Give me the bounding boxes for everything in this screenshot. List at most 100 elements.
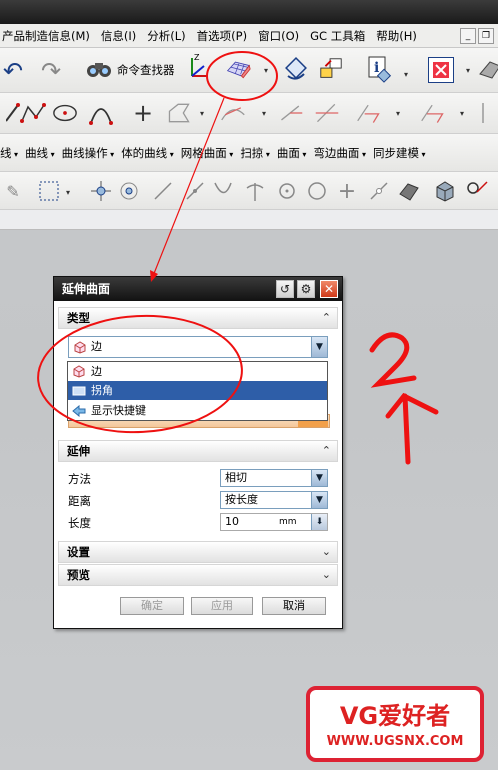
snap-quadrant-icon[interactable] [304, 178, 330, 204]
chevron-down-icon[interactable]: ▼ [311, 492, 327, 508]
snap-existing-point-icon[interactable]: + [334, 178, 360, 204]
menu-curve-operation[interactable]: 曲线操作 [62, 145, 122, 161]
chevron-down-icon[interactable]: ⌄ [322, 542, 331, 562]
point-icon[interactable]: + [130, 99, 156, 127]
snap-point-on-icon[interactable] [88, 178, 114, 204]
minimize-icon[interactable]: _ [460, 27, 476, 44]
chevron-up-icon[interactable]: ⌃ [322, 441, 331, 461]
divide-curve-icon[interactable] [314, 100, 340, 126]
join-dropdown-icon[interactable]: ▾ [460, 109, 464, 118]
box-select-icon[interactable] [36, 178, 62, 204]
menu-flange-surface[interactable]: 弯边曲面 [313, 145, 373, 161]
shaded-view-icon[interactable] [476, 57, 498, 83]
menu-preferences[interactable]: 首选项(P) [195, 28, 256, 44]
offset-dropdown-icon[interactable]: ▾ [200, 109, 204, 118]
arrow-left-icon [72, 404, 86, 418]
svg-text:i: i [374, 60, 379, 76]
studio-spline-icon[interactable] [20, 100, 46, 126]
length-value: 10 [225, 515, 239, 528]
restore-icon[interactable]: ❐ [478, 27, 494, 44]
close-icon[interactable]: ✕ [320, 280, 338, 298]
chevron-down-icon[interactable]: ▼ [311, 470, 327, 486]
layer-settings-icon[interactable] [318, 56, 344, 82]
dropdown-option-label: 边 [91, 365, 102, 378]
chevron-down-icon[interactable]: ⌄ [322, 565, 331, 585]
method-select[interactable]: 相切 ▼ [220, 469, 328, 487]
snap-arc-icon[interactable] [274, 178, 300, 204]
cancel-button[interactable]: 取消 [262, 597, 326, 615]
menu-gc-toolbox[interactable]: GC 工具箱 [308, 28, 374, 44]
snap-intersection-icon[interactable] [242, 178, 268, 204]
more-curve-tools-icon[interactable] [476, 100, 498, 126]
snap-pole-icon[interactable] [464, 178, 490, 204]
menu-surface[interactable]: 曲面 [277, 145, 314, 161]
fit-view-icon[interactable] [428, 57, 454, 83]
ok-button[interactable]: 确定 [120, 597, 184, 615]
snap-arc-center-icon[interactable] [116, 178, 142, 204]
info-dropdown-icon[interactable]: ▾ [404, 70, 408, 79]
bridge-dropdown-icon[interactable]: ▾ [396, 109, 400, 118]
binoculars-icon[interactable] [86, 56, 112, 82]
snap-control-point-icon[interactable] [210, 178, 236, 204]
settings-section-header[interactable]: 设置 ⌄ [58, 541, 338, 563]
trim-curve-icon[interactable] [220, 100, 246, 126]
ellipse-icon[interactable] [52, 100, 78, 126]
rotate-view-icon[interactable] [284, 56, 310, 82]
command-finder-label[interactable]: 命令查找器 [117, 62, 175, 78]
menu-sweep[interactable]: 扫掠 [240, 145, 277, 161]
reset-icon[interactable]: ↺ [276, 280, 294, 298]
type-select-value: 边 [91, 340, 102, 353]
snap-on-surface-icon[interactable] [396, 178, 422, 204]
chevron-up-icon[interactable]: ⌃ [322, 308, 331, 328]
select-dropdown-icon[interactable]: ▾ [66, 188, 70, 197]
menu-synchronous-modeling[interactable]: 同步建模 [373, 145, 433, 161]
menu-curve[interactable]: 曲线 [25, 145, 62, 161]
feature-menu-toolbar: 线 曲线 曲线操作 体的曲线 网格曲面 扫掠 曲面 弯边曲面 同步建模 [0, 134, 498, 172]
menu-pmi[interactable]: 产品制造信息(M) [0, 28, 99, 44]
extend-section-header[interactable]: 延伸 ⌃ [58, 440, 338, 462]
menu-analysis[interactable]: 分析(L) [145, 28, 194, 44]
menu-mesh-surface[interactable]: 网格曲面 [181, 145, 241, 161]
length-input[interactable]: 10 mm ⬇ [220, 513, 328, 531]
selection-filter-icon[interactable]: ✎ [0, 178, 26, 204]
view-dropdown-icon[interactable]: ▾ [466, 66, 470, 75]
watermark-title: VG爱好者 [339, 702, 451, 730]
distance-label: 距离 [68, 494, 91, 508]
extend-surface-dropdown-icon[interactable]: ▾ [264, 66, 268, 75]
extend-surface-icon[interactable] [225, 56, 251, 82]
trim-dropdown-icon[interactable]: ▾ [262, 109, 266, 118]
dropdown-option-corner[interactable]: 拐角 [68, 381, 327, 400]
settings-section-label: 设置 [67, 545, 90, 559]
type-select[interactable]: 边 ▼ [68, 336, 328, 358]
menu-info[interactable]: 信息(I) [99, 28, 145, 44]
dropdown-option-edge[interactable]: 边 [68, 362, 327, 381]
bridge-curve-icon[interactable] [356, 100, 382, 126]
join-curve-icon[interactable] [420, 100, 446, 126]
dropdown-option-show-shortcuts[interactable]: 显示快捷键 [68, 401, 327, 420]
preview-section-header[interactable]: 预览 ⌄ [58, 564, 338, 586]
undo-icon[interactable]: ↶ [0, 57, 26, 85]
menu-curve-from-body[interactable]: 体的曲线 [121, 145, 181, 161]
selection-toolbar: ✎ ▾ + [0, 172, 498, 210]
info-icon[interactable]: i [366, 56, 392, 83]
arc-icon[interactable] [88, 100, 114, 126]
type-section-header[interactable]: 类型 ⌃ [58, 307, 338, 329]
method-label: 方法 [68, 472, 91, 486]
snap-on-curve-icon[interactable] [366, 178, 392, 204]
snap-solid-icon[interactable] [432, 178, 458, 204]
snap-mid-point-icon[interactable] [182, 178, 208, 204]
menu-line[interactable]: 线 [0, 145, 25, 161]
gear-icon[interactable]: ⚙ [297, 280, 315, 298]
arrow-down-icon[interactable]: ⬇ [311, 514, 327, 530]
distance-select[interactable]: 按长度 ▼ [220, 491, 328, 509]
menu-help[interactable]: 帮助(H) [374, 28, 426, 44]
type-section-label: 类型 [67, 311, 90, 325]
snap-end-point-icon[interactable] [150, 178, 176, 204]
menu-window[interactable]: 窗口(O) [256, 28, 308, 44]
offset-curve-icon[interactable] [166, 100, 192, 126]
trim-corner-icon[interactable] [278, 100, 304, 126]
redo-icon[interactable]: ↷ [38, 57, 64, 85]
apply-button[interactable]: 应用 [191, 597, 253, 615]
chevron-down-icon[interactable]: ▼ [311, 337, 327, 357]
wcs-axes-icon[interactable]: Z [186, 53, 212, 80]
